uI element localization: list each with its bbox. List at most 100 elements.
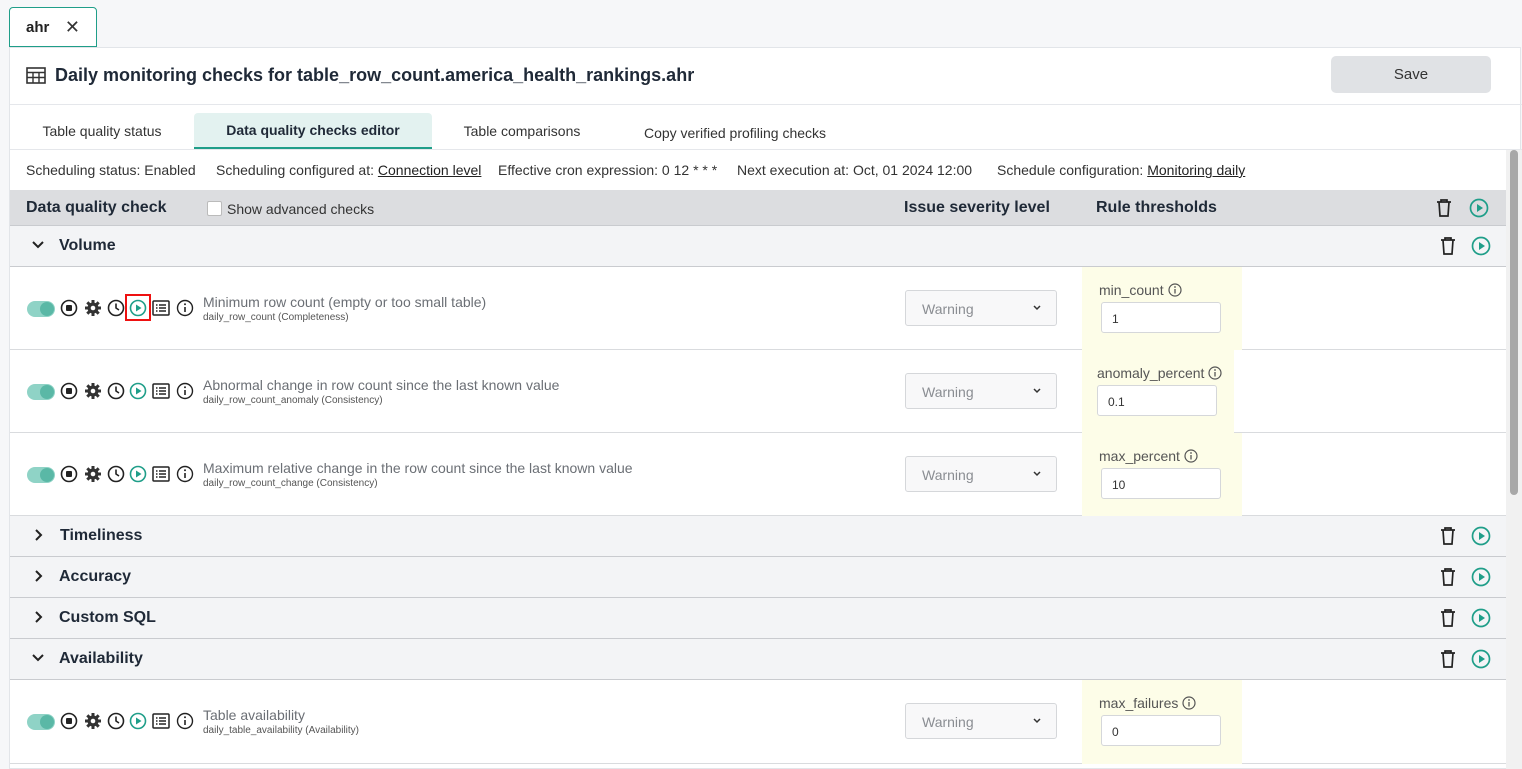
page-header: Daily monitoring checks for table_row_co…: [10, 48, 1522, 105]
delete-group-trash-icon[interactable]: [1439, 608, 1457, 628]
file-tab-label: ahr: [26, 18, 50, 36]
info-icon[interactable]: [1208, 366, 1223, 380]
save-button[interactable]: Save: [1331, 56, 1491, 93]
run-check-play-icon[interactable]: [129, 382, 147, 400]
monitoring-daily-link[interactable]: Monitoring daily: [1147, 162, 1245, 178]
chevron-down-icon[interactable]: [31, 238, 45, 252]
delete-group-trash-icon[interactable]: [1439, 649, 1457, 669]
run-group-play-icon[interactable]: [1471, 608, 1491, 628]
tab-copy-verified-profiling-checks[interactable]: Copy verified profiling checks: [630, 115, 840, 151]
severity-select[interactable]: Warning: [905, 373, 1057, 409]
info-icon[interactable]: [176, 712, 194, 730]
check-row: Abnormal change in row count since the l…: [10, 350, 1506, 433]
check-name: Table availability: [203, 707, 305, 723]
severity-value: Warning: [922, 301, 974, 317]
group-availability[interactable]: Availability: [10, 639, 1506, 680]
severity-select[interactable]: Warning: [905, 456, 1057, 492]
run-group-play-icon[interactable]: [1471, 236, 1491, 256]
info-icon[interactable]: [1182, 696, 1196, 710]
tab-table-quality-status[interactable]: Table quality status: [26, 113, 178, 149]
stop-circle-icon[interactable]: [60, 465, 78, 483]
chevron-down-icon[interactable]: [31, 651, 45, 665]
gear-icon[interactable]: [84, 299, 102, 317]
chevron-down-icon: [1033, 388, 1041, 394]
vertical-scrollbar[interactable]: [1506, 150, 1522, 769]
rule-threshold-cell: max_failures 0: [1082, 680, 1242, 764]
clock-icon[interactable]: [107, 712, 125, 730]
close-icon[interactable]: ✕: [65, 17, 80, 38]
clock-icon[interactable]: [107, 465, 125, 483]
delete-group-trash-icon[interactable]: [1439, 526, 1457, 546]
run-group-play-icon[interactable]: [1471, 567, 1491, 587]
stop-circle-icon[interactable]: [60, 712, 78, 730]
chevron-right-icon[interactable]: [31, 528, 45, 542]
column-data-quality-check: Data quality check: [26, 199, 167, 216]
info-icon[interactable]: [176, 465, 194, 483]
scrollbar-thumb[interactable]: [1510, 150, 1518, 495]
group-name: Timeliness: [60, 527, 143, 544]
run-group-play-icon[interactable]: [1471, 649, 1491, 669]
stop-circle-icon[interactable]: [60, 382, 78, 400]
gear-icon[interactable]: [84, 712, 102, 730]
file-tab-ahr[interactable]: ahr ✕: [9, 7, 97, 48]
rule-label: anomaly_percent: [1097, 365, 1223, 381]
delete-all-trash-icon[interactable]: [1435, 198, 1453, 218]
group-timeliness[interactable]: Timeliness: [10, 516, 1506, 557]
clock-icon[interactable]: [107, 382, 125, 400]
rule-label: min_count: [1099, 282, 1182, 298]
run-group-play-icon[interactable]: [1471, 526, 1491, 546]
tab-data-quality-checks-editor[interactable]: Data quality checks editor: [194, 113, 432, 149]
run-check-play-icon[interactable]: [129, 712, 147, 730]
show-advanced-label[interactable]: Show advanced checks: [227, 201, 374, 217]
run-all-play-icon[interactable]: [1469, 198, 1489, 218]
check-row: Table availability daily_table_availabil…: [10, 680, 1506, 764]
enable-toggle[interactable]: [27, 384, 55, 400]
delete-group-trash-icon[interactable]: [1439, 567, 1457, 587]
enable-toggle[interactable]: [27, 467, 55, 483]
column-rule-thresholds: Rule thresholds: [1096, 199, 1217, 216]
enable-toggle[interactable]: [27, 301, 55, 317]
rule-value-input[interactable]: 0: [1101, 715, 1221, 746]
delete-group-trash-icon[interactable]: [1439, 236, 1457, 256]
rule-threshold-cell: max_percent 10: [1082, 433, 1242, 516]
results-list-icon[interactable]: [152, 382, 170, 400]
rule-value-input[interactable]: 1: [1101, 302, 1221, 333]
rule-label: max_percent: [1099, 448, 1198, 464]
severity-select[interactable]: Warning: [905, 290, 1057, 326]
info-icon[interactable]: [1167, 283, 1182, 297]
results-list-icon[interactable]: [152, 712, 170, 730]
cron-expression: Effective cron expression: 0 12 * * *: [498, 162, 718, 178]
group-name: Accuracy: [59, 568, 132, 585]
stop-circle-icon[interactable]: [60, 299, 78, 317]
chevron-down-icon: [1033, 305, 1041, 311]
info-icon[interactable]: [1184, 449, 1198, 463]
check-id: daily_row_count_change (Consistency): [203, 478, 378, 489]
connection-level-link[interactable]: Connection level: [378, 162, 482, 178]
group-accuracy[interactable]: Accuracy: [10, 557, 1506, 598]
enable-toggle[interactable]: [27, 714, 55, 730]
info-icon[interactable]: [176, 382, 194, 400]
gear-icon[interactable]: [84, 382, 102, 400]
scheduling-status: Scheduling status: Enabled: [26, 162, 196, 178]
rule-value-input[interactable]: 10: [1101, 468, 1221, 499]
chevron-right-icon[interactable]: [31, 610, 45, 624]
info-icon[interactable]: [176, 299, 194, 317]
scheduling-configured: Scheduling configured at: Connection lev…: [216, 162, 482, 178]
check-row: Maximum relative change in the row count…: [10, 433, 1506, 516]
chevron-right-icon[interactable]: [31, 569, 45, 583]
group-volume[interactable]: Volume: [10, 226, 1506, 267]
severity-value: Warning: [922, 467, 974, 483]
clock-icon[interactable]: [107, 299, 125, 317]
show-advanced-checkbox[interactable]: [207, 201, 222, 216]
results-list-icon[interactable]: [152, 299, 170, 317]
tab-bar: ahr ✕: [0, 0, 1522, 48]
tab-table-comparisons[interactable]: Table comparisons: [448, 113, 596, 149]
severity-select[interactable]: Warning: [905, 703, 1057, 739]
rule-value-input[interactable]: 0.1: [1097, 385, 1217, 416]
group-custom-sql[interactable]: Custom SQL: [10, 598, 1506, 639]
results-list-icon[interactable]: [152, 465, 170, 483]
group-name: Custom SQL: [59, 609, 156, 626]
gear-icon[interactable]: [84, 465, 102, 483]
table-icon: [26, 67, 46, 84]
run-check-play-icon[interactable]: [129, 465, 147, 483]
